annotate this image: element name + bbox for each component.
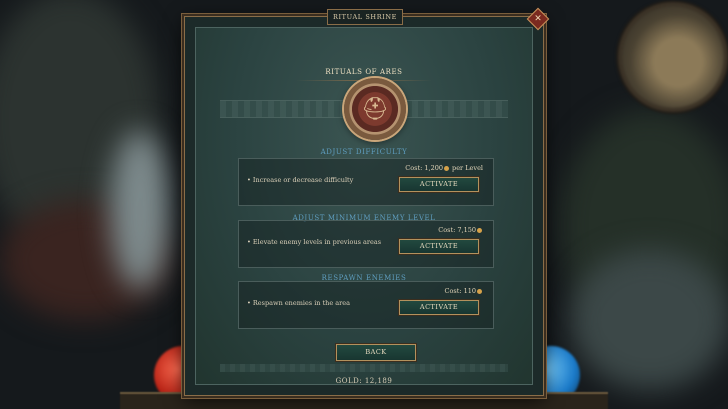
gold-coin-icon (443, 165, 449, 171)
gold-coin-icon (477, 227, 482, 233)
bg-ground-right (570, 250, 728, 390)
ritual-shrine-panel: RITUALS OF ARES ⛑ ADJUST DIFFICULTY • In… (184, 7, 550, 396)
back-button[interactable]: BACK (336, 344, 416, 361)
bottom-decorative-frieze (220, 364, 508, 372)
bg-waterfall (110, 130, 170, 290)
minimap[interactable] (622, 6, 724, 108)
panel-heading: RITUALS OF ARES (325, 68, 403, 76)
ritual-emblem: ⛑ (344, 78, 406, 140)
gold-coin-icon (477, 288, 482, 294)
panel-title-tab: RITUAL SHRINE (327, 9, 403, 25)
activate-button[interactable]: ACTIVATE (399, 177, 479, 192)
ritual-cost: Cost: 110 (445, 287, 484, 295)
cost-suffix: per Level (449, 164, 483, 172)
cost-amount: Cost: 1,200 (405, 164, 443, 172)
gold-balance: GOLD: 12,189 (335, 377, 393, 385)
cost-amount: Cost: 7,150 (438, 226, 476, 234)
activate-button[interactable]: ACTIVATE (399, 300, 479, 315)
ritual-description: • Respawn enemies in the area (247, 299, 350, 307)
section-title-adjust-difficulty: ADJUST DIFFICULTY (320, 148, 408, 156)
ritual-box-enemy-level: • Elevate enemy levels in previous areas… (238, 220, 494, 268)
ritual-box-respawn: • Respawn enemies in the area Cost: 110 … (238, 281, 494, 329)
spartan-helmet-icon: ⛑ (361, 96, 389, 122)
close-icon: ✕ (534, 14, 542, 24)
ritual-description: • Elevate enemy levels in previous areas (247, 238, 382, 246)
cost-amount: Cost: 110 (444, 287, 477, 295)
panel-content: RITUALS OF ARES ⛑ ADJUST DIFFICULTY • In… (195, 27, 533, 385)
ritual-cost: Cost: 7,150 (438, 226, 483, 234)
ritual-cost: Cost: 1,200 per Level (405, 164, 483, 172)
ritual-description: • Increase or decrease difficulty (247, 176, 354, 184)
activate-button[interactable]: ACTIVATE (399, 239, 479, 254)
ritual-box-difficulty: • Increase or decrease difficulty Cost: … (238, 158, 494, 206)
